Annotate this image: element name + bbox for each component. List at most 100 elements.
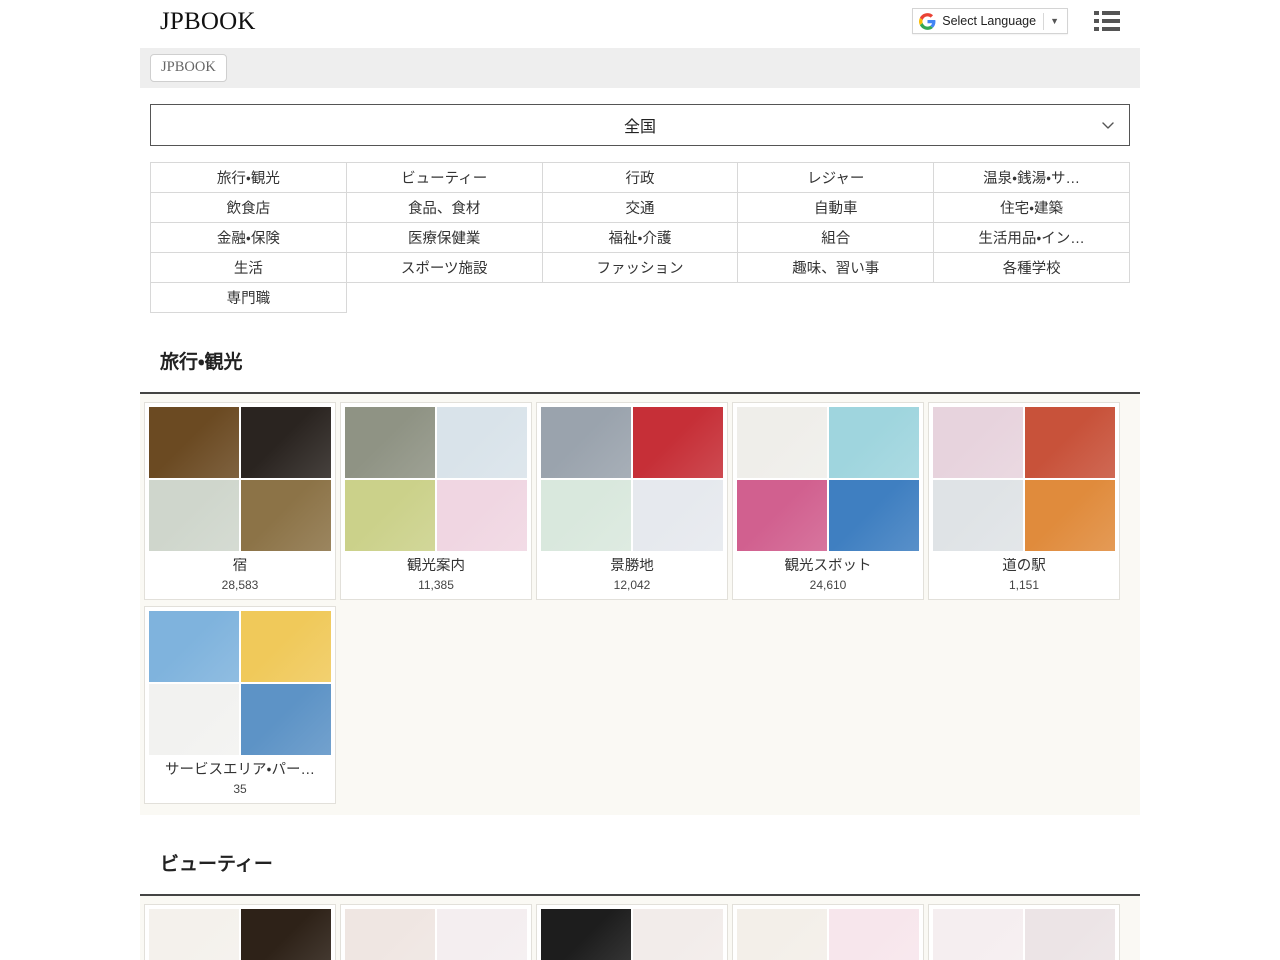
category-card[interactable] — [340, 904, 532, 960]
category-cell[interactable]: 組合 — [738, 223, 934, 253]
breadcrumb-item-jpbook[interactable]: JPBOOK — [150, 54, 227, 81]
card-thumbnail-grid — [541, 407, 723, 551]
category-row: 専門職 — [151, 283, 1130, 313]
site-thumbnail-image — [345, 480, 435, 551]
category-cell-empty — [346, 283, 542, 313]
card-count: 11,385 — [345, 578, 527, 592]
site-title[interactable]: JPBOOK — [160, 9, 256, 34]
category-cell[interactable]: ファッション — [542, 253, 738, 283]
category-card[interactable]: 宿 28,583 — [144, 402, 336, 600]
site-thumbnail-image — [829, 407, 919, 478]
site-thumbnail-image — [633, 909, 723, 960]
category-cell[interactable]: 食品、食材 — [346, 193, 542, 223]
category-table-body: 旅行・観光ビューティー行政レジャー温泉・銭湯・サ…飲食店食品、食材交通自動車住宅… — [151, 163, 1130, 313]
card-label: サービスエリア・パー… — [149, 762, 331, 779]
header-actions: Select Language ▼ — [912, 8, 1120, 34]
category-cell[interactable]: 自動車 — [738, 193, 934, 223]
category-card[interactable] — [536, 904, 728, 960]
category-cell[interactable]: 行政 — [542, 163, 738, 193]
site-thumbnail-image — [1025, 407, 1115, 478]
category-card[interactable]: 景勝地12,042 — [536, 402, 728, 600]
category-card[interactable] — [144, 904, 336, 960]
card-count: 28,583 — [149, 578, 331, 592]
chevron-down-icon[interactable]: ▼ — [1044, 16, 1065, 26]
google-g-icon — [919, 13, 936, 30]
card-count: 24,610 — [737, 578, 919, 592]
site-thumbnail-image — [933, 909, 1023, 960]
category-cell[interactable]: 生活用品・イン… — [934, 223, 1130, 253]
category-cell-empty — [542, 283, 738, 313]
card-count: 1,151 — [933, 578, 1115, 592]
category-cell[interactable]: 福祉・介護 — [542, 223, 738, 253]
section-title: ビューティー — [140, 815, 1140, 896]
card-thumbnail-grid — [737, 909, 919, 960]
category-cell[interactable]: 温泉・銭湯・サ… — [934, 163, 1130, 193]
sections-container: 旅行・観光宿28,583観光案内11,385景勝地12,042観光スポット24,… — [0, 313, 1280, 960]
site-thumbnail-image — [541, 909, 631, 960]
category-cell[interactable]: 医療保健業 — [346, 223, 542, 253]
category-cell[interactable]: 趣味、習い事 — [738, 253, 934, 283]
card-thumbnail-grid — [541, 909, 723, 960]
region-select-value: 全国 — [624, 113, 656, 137]
category-cell[interactable]: 生活 — [151, 253, 347, 283]
category-cell-empty — [934, 283, 1130, 313]
category-row: 旅行・観光ビューティー行政レジャー温泉・銭湯・サ… — [151, 163, 1130, 193]
site-thumbnail-image — [737, 480, 827, 551]
category-card[interactable] — [732, 904, 924, 960]
site-thumbnail-image — [149, 480, 239, 551]
category-cell[interactable]: 飲食店 — [151, 193, 347, 223]
category-cell[interactable]: 住宅・建築 — [934, 193, 1130, 223]
card-thumbnail-grid — [345, 909, 527, 960]
site-thumbnail-image — [345, 909, 435, 960]
card-label: 観光案内 — [345, 558, 527, 575]
site-thumbnail-image — [1025, 909, 1115, 960]
site-thumbnail-image — [541, 480, 631, 551]
category-card[interactable]: サービスエリア・パー… 35 — [144, 606, 336, 804]
card-thumbnail-grid — [737, 407, 919, 551]
region-select[interactable]: 全国 — [150, 104, 1130, 146]
site-thumbnail-image — [1025, 480, 1115, 551]
site-thumbnail-image — [241, 684, 331, 755]
site-thumbnail-image — [437, 909, 527, 960]
page-root: JPBOOK Select Language ▼ — [0, 0, 1280, 960]
breadcrumb: JPBOOK — [140, 48, 1140, 88]
card-count: 35 — [149, 782, 331, 796]
category-cell[interactable]: ビューティー — [346, 163, 542, 193]
google-translate-widget[interactable]: Select Language ▼ — [912, 8, 1068, 34]
category-cell[interactable]: 金融・保険 — [151, 223, 347, 253]
chevron-down-icon — [1101, 118, 1115, 132]
site-thumbnail-image — [241, 611, 331, 682]
site-thumbnail-image — [345, 407, 435, 478]
site-thumbnail-image — [829, 480, 919, 551]
card-count: 12,042 — [541, 578, 723, 592]
site-thumbnail-image — [149, 611, 239, 682]
category-card[interactable]: 観光スポット24,610 — [732, 402, 924, 600]
category-section: 旅行・観光宿28,583観光案内11,385景勝地12,042観光スポット24,… — [140, 313, 1140, 815]
category-cell[interactable]: 各種学校 — [934, 253, 1130, 283]
site-thumbnail-image — [241, 909, 331, 960]
category-cell[interactable]: 交通 — [542, 193, 738, 223]
site-thumbnail-image — [241, 407, 331, 478]
card-grid — [140, 896, 1140, 960]
category-cell[interactable]: レジャー — [738, 163, 934, 193]
top-header: JPBOOK Select Language ▼ — [0, 0, 1280, 42]
card-label: 宿 — [149, 558, 331, 575]
card-thumbnail-grid — [149, 909, 331, 960]
translate-label: Select Language — [942, 14, 1043, 28]
site-thumbnail-image — [829, 909, 919, 960]
site-thumbnail-image — [933, 407, 1023, 478]
region-select-wrapper: 全国 — [150, 104, 1130, 146]
site-thumbnail-image — [633, 407, 723, 478]
category-cell[interactable]: 専門職 — [151, 283, 347, 313]
site-thumbnail-image — [149, 684, 239, 755]
category-card[interactable] — [928, 904, 1120, 960]
card-grid: 宿 28,583 観光案内 11,385 景勝地12,042観光スポット24,610道の… — [140, 394, 1140, 815]
category-card[interactable]: 道の駅1,151 — [928, 402, 1120, 600]
category-cell[interactable]: 旅行・観光 — [151, 163, 347, 193]
list-menu-icon[interactable] — [1094, 9, 1120, 33]
category-cell[interactable]: スポーツ施設 — [346, 253, 542, 283]
site-thumbnail-image — [149, 909, 239, 960]
category-row: 飲食店食品、食材交通自動車住宅・建築 — [151, 193, 1130, 223]
category-section: ビューティー — [140, 815, 1140, 960]
category-card[interactable]: 観光案内 11,385 — [340, 402, 532, 600]
